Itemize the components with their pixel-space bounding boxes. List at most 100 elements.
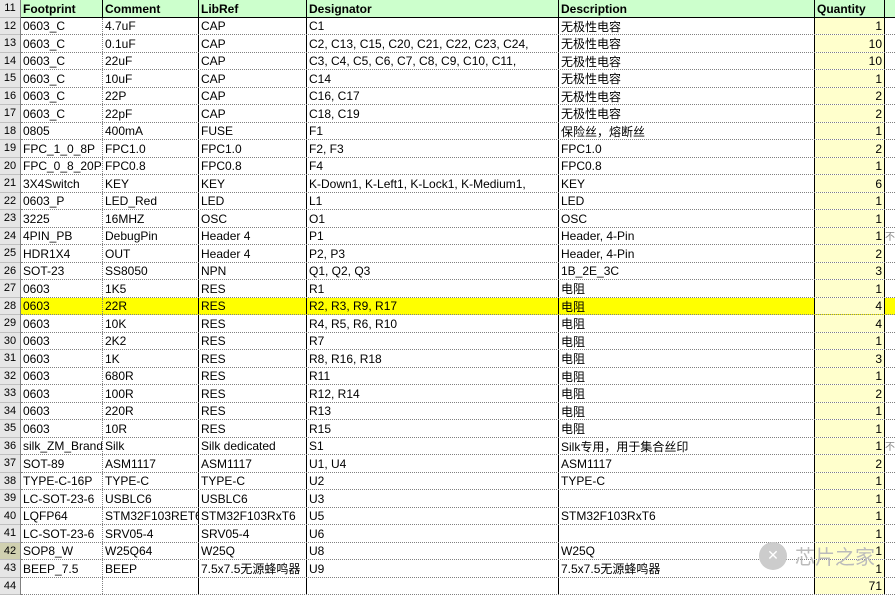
cell-footprint[interactable]: silk_ZM_Brand	[21, 438, 103, 455]
cell-footprint[interactable]: 0603_C	[21, 70, 103, 87]
cell-libref[interactable]: RES	[199, 385, 307, 402]
row-number[interactable]: 40	[0, 508, 20, 526]
row-number[interactable]: 23	[0, 210, 20, 228]
cell-footprint[interactable]: 0603	[21, 385, 103, 402]
cell-description[interactable]: FPC1.0	[559, 140, 815, 157]
cell-description[interactable]	[559, 525, 815, 542]
cell-comment[interactable]: 680R	[103, 368, 199, 385]
cell-libref[interactable]: RES	[199, 420, 307, 437]
cell-libref[interactable]: RES	[199, 368, 307, 385]
cell-libref[interactable]: RES	[199, 280, 307, 297]
row-number[interactable]: 24	[0, 228, 20, 246]
cell-footprint[interactable]: 0603_P	[21, 193, 103, 210]
cell-comment[interactable]: OUT	[103, 245, 199, 262]
cell-designator[interactable]: F2, F3	[307, 140, 559, 157]
cell-description[interactable]: FPC0.8	[559, 158, 815, 175]
cell-comment[interactable]: 22R	[103, 298, 199, 315]
cell-designator[interactable]: C2, C13, C15, C20, C21, C22, C23, C24,	[307, 35, 559, 52]
cell-comment[interactable]: FPC0.8	[103, 158, 199, 175]
cell-libref[interactable]: Header 4	[199, 228, 307, 245]
cell-description[interactable]: 1B_2E_3C	[559, 263, 815, 280]
row-number[interactable]: 12	[0, 18, 20, 36]
cell-footprint[interactable]: 0603_C	[21, 88, 103, 105]
cell-quantity[interactable]: 6	[815, 175, 885, 192]
cell-designator[interactable]: P2, P3	[307, 245, 559, 262]
cell-designator[interactable]: C14	[307, 70, 559, 87]
row-number[interactable]: 37	[0, 455, 20, 473]
cell-comment[interactable]: DebugPin	[103, 228, 199, 245]
row-number[interactable]: 19	[0, 140, 20, 158]
cell-libref[interactable]: CAP	[199, 18, 307, 35]
cell-designator[interactable]: U9	[307, 560, 559, 577]
cell-description[interactable]: 无极性电容	[559, 35, 815, 52]
cell-libref[interactable]: RES	[199, 350, 307, 367]
header-footprint[interactable]: Footprint	[21, 0, 103, 17]
cell-footprint[interactable]: 0603_C	[21, 18, 103, 35]
cell-comment[interactable]: SS8050	[103, 263, 199, 280]
cell-quantity[interactable]: 1	[815, 403, 885, 420]
cell-designator[interactable]: R15	[307, 420, 559, 437]
cell-libref[interactable]: FUSE	[199, 123, 307, 140]
cell-libref[interactable]: RES	[199, 315, 307, 332]
cell-libref[interactable]: Silk dedicated	[199, 438, 307, 455]
cell-libref[interactable]: CAP	[199, 88, 307, 105]
cell-comment[interactable]: TYPE-C	[103, 473, 199, 490]
header-designator[interactable]: Designator	[307, 0, 559, 17]
cell-description[interactable]: 无极性电容	[559, 88, 815, 105]
cell-designator[interactable]: Q1, Q2, Q3	[307, 263, 559, 280]
cell-description[interactable]	[559, 490, 815, 507]
cell-libref[interactable]: STM32F103RxT6	[199, 508, 307, 525]
cell-libref[interactable]: CAP	[199, 53, 307, 70]
cell-footprint[interactable]: 4PIN_PB	[21, 228, 103, 245]
cell-description[interactable]: LED	[559, 193, 815, 210]
cell-designator[interactable]: U8	[307, 543, 559, 560]
cell-libref[interactable]: LED	[199, 193, 307, 210]
cell-description[interactable]: OSC	[559, 210, 815, 227]
row-number[interactable]: 31	[0, 350, 20, 368]
cell-libref[interactable]: RES	[199, 333, 307, 350]
cell-designator[interactable]: R4, R5, R6, R10	[307, 315, 559, 332]
cell-libref[interactable]: ASM1117	[199, 455, 307, 472]
cell-libref[interactable]: RES	[199, 298, 307, 315]
row-number[interactable]: 36	[0, 438, 20, 456]
cell-footprint[interactable]: 0603	[21, 280, 103, 297]
cell-quantity[interactable]: 3	[815, 263, 885, 280]
cell-footprint[interactable]: FPC_1_0_8P	[21, 140, 103, 157]
cell-description[interactable]: ASM1117	[559, 455, 815, 472]
cell-comment[interactable]: 100R	[103, 385, 199, 402]
cell-description[interactable]	[559, 578, 815, 595]
cell-libref[interactable]: CAP	[199, 70, 307, 87]
cell-quantity[interactable]: 2	[815, 105, 885, 122]
cell-comment[interactable]: 22pF	[103, 105, 199, 122]
cell-quantity[interactable]: 1	[815, 438, 885, 455]
cell-designator[interactable]: F1	[307, 123, 559, 140]
cell-comment[interactable]: 22uF	[103, 53, 199, 70]
cell-libref[interactable]: SRV05-4	[199, 525, 307, 542]
cell-description[interactable]: Silk专用，用于集合丝印	[559, 438, 815, 455]
cell-designator[interactable]: C3, C4, C5, C6, C7, C8, C9, C10, C11,	[307, 53, 559, 70]
cell-quantity[interactable]: 4	[815, 315, 885, 332]
row-number[interactable]: 18	[0, 123, 20, 141]
cell-footprint[interactable]: BEEP_7.5	[21, 560, 103, 577]
cell-designator[interactable]: U3	[307, 490, 559, 507]
row-number[interactable]: 25	[0, 245, 20, 263]
cell-designator[interactable]: P1	[307, 228, 559, 245]
cell-quantity[interactable]: 1	[815, 158, 885, 175]
row-number[interactable]: 30	[0, 333, 20, 351]
cell-footprint[interactable]	[21, 578, 103, 595]
cell-designator[interactable]: R8, R16, R18	[307, 350, 559, 367]
cell-quantity[interactable]: 2	[815, 245, 885, 262]
cell-quantity[interactable]: 1	[815, 473, 885, 490]
cell-description[interactable]: KEY	[559, 175, 815, 192]
cell-libref[interactable]: Header 4	[199, 245, 307, 262]
cell-footprint[interactable]: 0603	[21, 368, 103, 385]
cell-footprint[interactable]: 0603	[21, 333, 103, 350]
row-number[interactable]: 32	[0, 368, 20, 386]
cell-description[interactable]: 电阻	[559, 298, 815, 315]
header-libref[interactable]: LibRef	[199, 0, 307, 17]
cell-quantity[interactable]: 10	[815, 53, 885, 70]
cell-footprint[interactable]: LC-SOT-23-6	[21, 490, 103, 507]
cell-comment[interactable]: 10uF	[103, 70, 199, 87]
cell-comment[interactable]: 1K	[103, 350, 199, 367]
row-number[interactable]: 26	[0, 263, 20, 281]
